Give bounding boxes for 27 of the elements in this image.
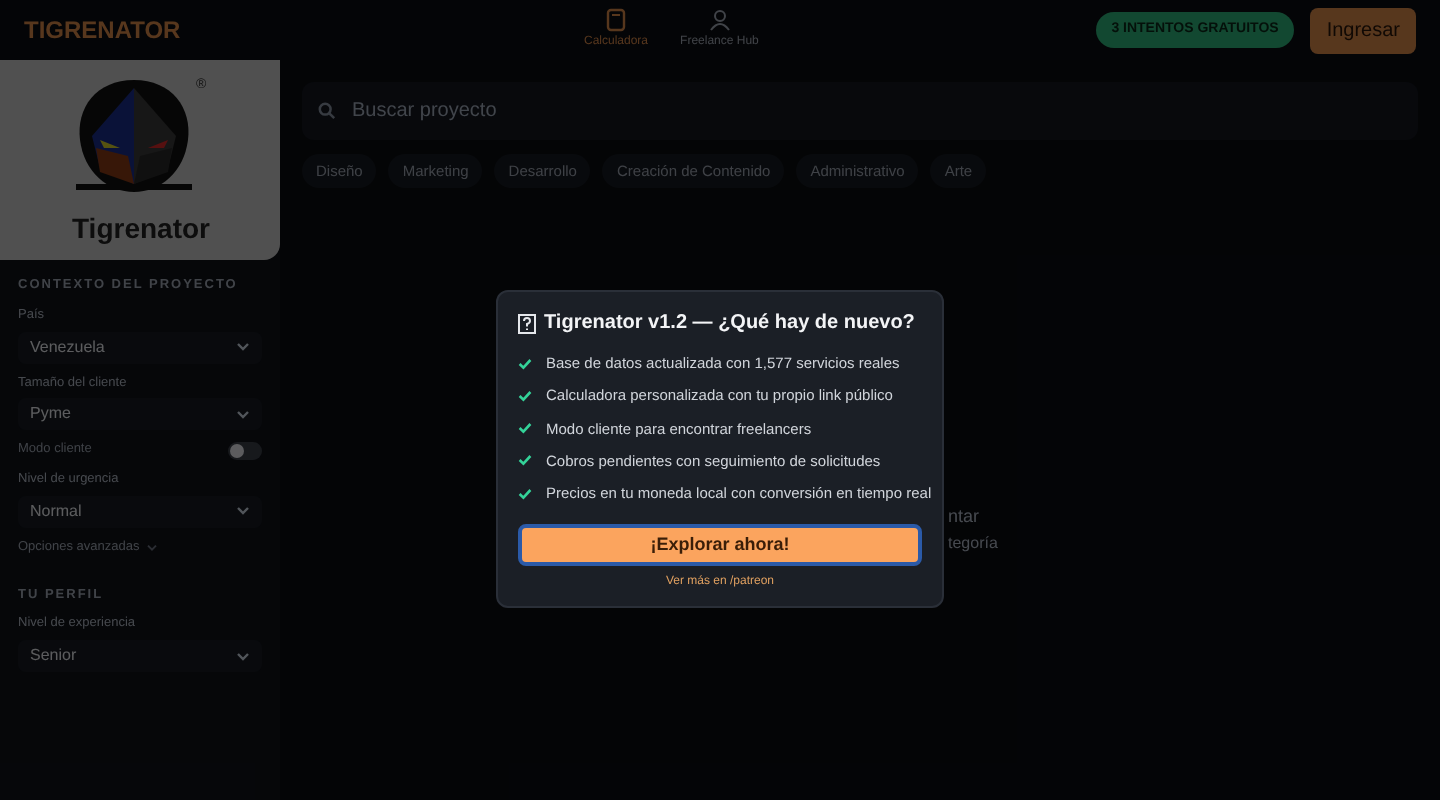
brand-title: TIGRENATOR (24, 14, 183, 48)
check-icon (518, 389, 532, 402)
chevron-down-icon (236, 506, 250, 517)
logo-text: Tigrenator (72, 210, 210, 248)
select-field[interactable]: Pyme (18, 398, 262, 431)
search-icon (318, 102, 336, 120)
select-field[interactable]: Venezuela (18, 331, 262, 363)
check-icon (518, 454, 532, 467)
select-field[interactable]: Senior (18, 640, 262, 672)
check-icon (518, 422, 532, 435)
check-icon (518, 357, 532, 370)
chevron-down-icon (236, 651, 250, 661)
background-text: ntar (948, 504, 980, 530)
dialog-title: Tigrenator v1.2 — ¿Qué hay de nuevo? (544, 310, 915, 338)
explore-button[interactable]: ¡Explorar ahora! (518, 524, 922, 567)
toggle-switch[interactable] (228, 441, 262, 460)
login-button[interactable]: Ingresar (1310, 7, 1416, 53)
background-text: tegoría (948, 532, 998, 556)
select-field[interactable]: Normal (18, 495, 262, 528)
chevron-down-icon (145, 543, 158, 552)
search-field[interactable]: Buscar proyecto (352, 91, 1402, 131)
person-icon (707, 8, 732, 32)
chevron-down-icon (236, 409, 250, 420)
calculator-icon (604, 8, 629, 32)
chevron-down-icon (236, 342, 250, 352)
search-box[interactable]: Buscar proyecto (302, 82, 1418, 140)
check-icon (518, 487, 532, 500)
